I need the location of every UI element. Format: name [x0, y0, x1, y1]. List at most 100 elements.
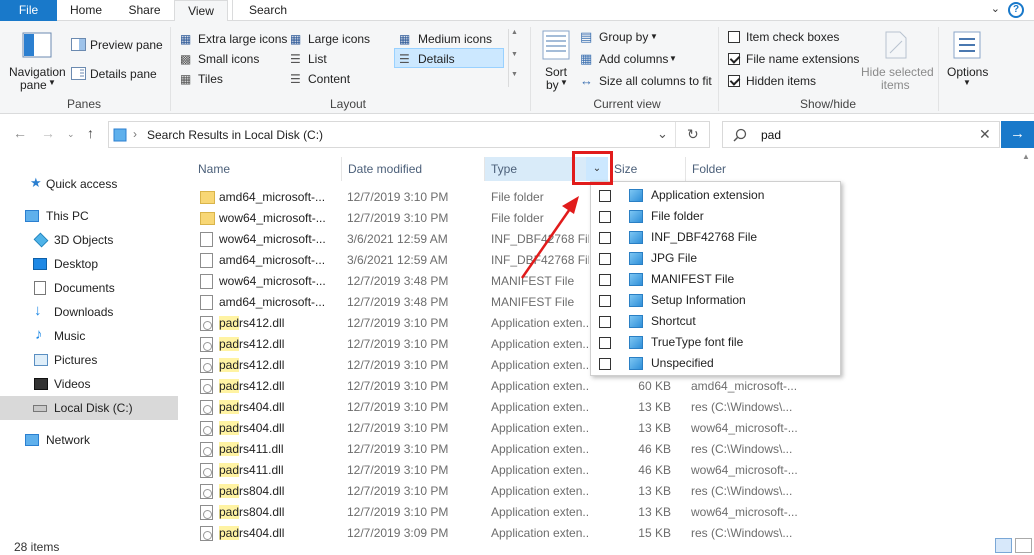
column-header-folder[interactable]: Folder — [686, 157, 826, 181]
options-icon[interactable] — [953, 31, 981, 59]
item-check-boxes-checkbox[interactable] — [728, 31, 740, 43]
filter-option-checkbox[interactable] — [599, 316, 611, 328]
options-button[interactable]: Options — [947, 65, 988, 79]
nav-network[interactable]: Network — [0, 428, 178, 452]
file-name[interactable]: padrs404.dll — [219, 523, 332, 544]
file-row[interactable]: padrs804.dll 12/7/2019 3:10 PM Application… — [196, 481, 1026, 502]
nav-3d-objects[interactable]: 3D Objects — [0, 228, 178, 252]
navigation-pane-icon[interactable] — [22, 32, 52, 58]
file-row[interactable]: padrs404.dll 12/7/2019 3:10 PM Application… — [196, 397, 1026, 418]
hidden-items-checkbox[interactable] — [728, 75, 740, 87]
details-pane-button[interactable]: Details pane — [90, 67, 157, 81]
nav-local-disk[interactable]: Local Disk (C:) — [0, 396, 178, 420]
file-row[interactable]: padrs404.dll 12/7/2019 3:09 PM Application… — [196, 523, 1026, 544]
file-name-extensions-label[interactable]: File name extensions — [746, 52, 859, 66]
search-box[interactable]: pad ✕ — [722, 121, 1000, 148]
tab-search[interactable]: Search — [232, 0, 303, 21]
details-button[interactable]: Details — [418, 52, 455, 66]
tab-file[interactable]: File — [0, 0, 57, 21]
file-name[interactable]: amd64_microsoft-... — [219, 250, 332, 271]
nav-music[interactable]: ♪ Music — [0, 324, 178, 348]
navigation-pane-label-1[interactable]: Navigation — [9, 65, 66, 79]
collapse-ribbon-icon[interactable]: ⌄ — [991, 2, 1000, 15]
file-row[interactable]: padrs804.dll 12/7/2019 3:10 PM Application… — [196, 502, 1026, 523]
filter-option[interactable]: TrueType font file — [591, 332, 841, 353]
preview-pane-button[interactable]: Preview pane — [90, 38, 163, 52]
sort-by-icon[interactable] — [542, 30, 570, 60]
vertical-scrollbar[interactable]: ▲ — [1019, 152, 1034, 537]
file-row[interactable]: padrs411.dll 12/7/2019 3:10 PM Application… — [196, 439, 1026, 460]
filter-option-checkbox[interactable] — [599, 232, 611, 244]
file-name-extensions-checkbox[interactable] — [728, 53, 740, 65]
filter-option[interactable]: MANIFEST File — [591, 269, 841, 290]
file-name[interactable]: padrs412.dll — [219, 376, 332, 397]
file-name[interactable]: padrs804.dll — [219, 502, 332, 523]
search-go-button[interactable]: → — [1001, 121, 1034, 148]
filter-option-checkbox[interactable] — [599, 190, 611, 202]
hide-selected-label-2[interactable]: items — [881, 78, 910, 92]
details-view-button[interactable] — [995, 538, 1012, 553]
nav-desktop[interactable]: Desktop — [0, 252, 178, 276]
tab-home[interactable]: Home — [60, 0, 112, 21]
file-name[interactable]: padrs404.dll — [219, 418, 332, 439]
extra-large-icons-button[interactable]: Extra large icons — [198, 32, 287, 46]
layout-gallery-scroll[interactable]: ▲ ▼ ▼ — [508, 29, 520, 87]
file-row[interactable]: padrs404.dll 12/7/2019 3:10 PM Application… — [196, 418, 1026, 439]
file-name[interactable]: padrs412.dll — [219, 313, 332, 334]
sort-by-label-2[interactable]: by — [546, 78, 559, 92]
filter-option[interactable]: JPG File — [591, 248, 841, 269]
nav-this-pc[interactable]: This PC — [0, 204, 178, 228]
add-columns-button[interactable]: Add columns — [599, 52, 668, 66]
filter-option-checkbox[interactable] — [599, 358, 611, 370]
column-header-date[interactable]: Date modified — [342, 157, 485, 181]
file-row[interactable]: padrs411.dll 12/7/2019 3:10 PM Application… — [196, 460, 1026, 481]
refresh-icon[interactable]: ↻ — [687, 126, 699, 143]
filter-option[interactable]: Application extension — [591, 185, 841, 206]
nav-documents[interactable]: Documents — [0, 276, 178, 300]
search-input[interactable]: pad — [761, 128, 781, 142]
filter-option-checkbox[interactable] — [599, 253, 611, 265]
tab-view[interactable]: View — [174, 0, 228, 22]
hide-selected-items-icon[interactable] — [884, 31, 908, 59]
filter-option-checkbox[interactable] — [599, 295, 611, 307]
nav-quick-access[interactable]: ★ Quick access — [0, 172, 178, 196]
size-all-columns-button[interactable]: Size all columns to fit — [599, 74, 712, 88]
small-icons-button[interactable]: Small icons — [198, 52, 259, 66]
nav-downloads[interactable]: ↓ Downloads — [0, 300, 178, 324]
filter-option[interactable]: Setup Information — [591, 290, 841, 311]
help-icon[interactable]: ? — [1008, 2, 1024, 18]
filter-option[interactable]: INF_DBF42768 File — [591, 227, 841, 248]
file-name[interactable]: wow64_microsoft-... — [219, 208, 332, 229]
file-name[interactable]: amd64_microsoft-... — [219, 292, 332, 313]
sort-by-label-1[interactable]: Sort — [545, 65, 567, 79]
filter-option[interactable]: File folder — [591, 206, 841, 227]
address-dropdown-icon[interactable]: ⌄ — [657, 126, 668, 142]
address-path[interactable]: Search Results in Local Disk (C:) — [147, 128, 323, 142]
list-button[interactable]: List — [308, 52, 327, 66]
item-check-boxes-label[interactable]: Item check boxes — [746, 30, 839, 44]
recent-locations-icon[interactable]: ⌄ — [67, 129, 75, 140]
content-button[interactable]: Content — [308, 72, 350, 86]
hide-selected-label-1[interactable]: Hide selected — [861, 65, 934, 79]
file-name[interactable]: padrs412.dll — [219, 334, 332, 355]
filter-option-checkbox[interactable] — [599, 274, 611, 286]
nav-videos[interactable]: Videos — [0, 372, 178, 396]
file-name[interactable]: padrs412.dll — [219, 355, 332, 376]
file-name[interactable]: padrs411.dll — [219, 460, 332, 481]
group-by-button[interactable]: Group by — [599, 30, 648, 44]
file-name[interactable]: padrs404.dll — [219, 397, 332, 418]
navigation-pane-label-2[interactable]: pane — [20, 78, 47, 92]
column-header-size[interactable]: Size — [608, 157, 686, 181]
file-name[interactable]: wow64_microsoft-... — [219, 229, 332, 250]
scroll-up-icon[interactable]: ▲ — [1022, 152, 1030, 161]
large-icons-view-button[interactable] — [1015, 538, 1032, 553]
column-header-name[interactable]: Name — [192, 157, 342, 181]
filter-option-checkbox[interactable] — [599, 211, 611, 223]
address-bar[interactable]: › Search Results in Local Disk (C:) ⌄ ↻ — [108, 121, 710, 148]
back-button[interactable]: ← — [13, 125, 27, 141]
tiles-button[interactable]: Tiles — [198, 72, 223, 86]
file-name[interactable]: padrs804.dll — [219, 481, 332, 502]
filter-option-checkbox[interactable] — [599, 337, 611, 349]
up-button[interactable]: ↑ — [87, 125, 94, 141]
file-name[interactable]: padrs411.dll — [219, 439, 332, 460]
